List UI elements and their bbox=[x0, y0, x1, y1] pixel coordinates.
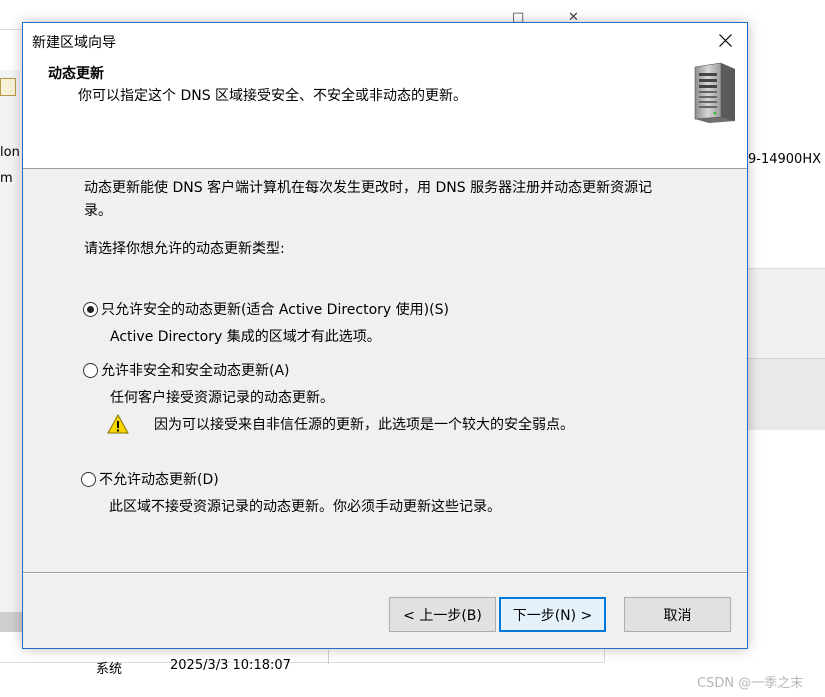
header-subtitle: 你可以指定这个 DNS 区域接受安全、不安全或非动态的更新。 bbox=[78, 88, 468, 104]
radio-selected-dot bbox=[87, 305, 94, 313]
intro-text-line2: 录。 bbox=[84, 203, 112, 219]
intro-text-line1: 动态更新能使 DNS 客户端计算机在每次发生更改时，用 DNS 服务器注册并动态… bbox=[84, 180, 653, 196]
watermark: CSDN @一季之末 bbox=[697, 676, 804, 691]
server-icon bbox=[694, 62, 735, 123]
background-left-text: m bbox=[0, 171, 13, 186]
option-secure-only-description: Active Directory 集成的区域才有此选项。 bbox=[110, 329, 381, 345]
option-secure-only[interactable]: 只允许安全的动态更新(适合 Active Directory 使用)(S) bbox=[83, 299, 449, 319]
option-no-dynamic-updates-description: 此区域不接受资源记录的动态更新。你必须手动更新这些记录。 bbox=[109, 499, 501, 515]
cancel-button[interactable]: 取消 bbox=[624, 597, 731, 632]
header-title: 动态更新 bbox=[48, 66, 104, 82]
wizard-header: 动态更新 你可以指定这个 DNS 区域接受安全、不安全或非动态的更新。 bbox=[23, 57, 747, 169]
dialog-titlebar[interactable]: 新建区域向导 bbox=[23, 23, 747, 57]
background-left-text: lon bbox=[0, 145, 20, 160]
option-no-dynamic-updates-label[interactable]: 不允许动态更新(D) bbox=[99, 469, 219, 489]
prompt-text: 请选择你想允许的动态更新类型: bbox=[84, 241, 285, 257]
background-cpu-text: 9-14900HX bbox=[748, 152, 821, 167]
close-icon bbox=[718, 33, 732, 47]
new-zone-wizard-dialog: 新建区域向导 动态更新 你可以指定这个 DNS 区域接受安全、不安全或非动态的更… bbox=[22, 22, 748, 649]
background-folder-icon bbox=[0, 78, 16, 96]
close-button[interactable] bbox=[703, 23, 747, 57]
back-button[interactable]: < 上一步(B) bbox=[389, 597, 496, 632]
radio-secure-only[interactable] bbox=[83, 301, 98, 317]
background-scrollbar[interactable] bbox=[0, 612, 22, 632]
warning-icon bbox=[107, 414, 129, 434]
option-secure-only-label[interactable]: 只允许安全的动态更新(适合 Active Directory 使用)(S) bbox=[101, 299, 449, 319]
dialog-title: 新建区域向导 bbox=[32, 35, 116, 51]
option-no-dynamic-updates[interactable]: 不允许动态更新(D) bbox=[81, 469, 219, 489]
option-nonsecure-and-secure[interactable]: 允许非安全和安全动态更新(A) bbox=[83, 360, 290, 380]
footer-separator bbox=[23, 572, 747, 574]
option-nonsecure-and-secure-description: 任何客户接受资源记录的动态更新。 bbox=[110, 390, 334, 406]
radio-nonsecure-and-secure[interactable] bbox=[83, 362, 98, 378]
option-nonsecure-warning: 因为可以接受来自非信任源的更新，此选项是一个较大的安全弱点。 bbox=[154, 417, 574, 433]
option-nonsecure-and-secure-label[interactable]: 允许非安全和安全动态更新(A) bbox=[101, 360, 290, 380]
background-status-row bbox=[0, 662, 605, 697]
background-right-band bbox=[748, 358, 825, 430]
background-timestamp: 2025/3/3 10:18:07 bbox=[170, 658, 291, 673]
radio-no-dynamic-updates[interactable] bbox=[81, 471, 96, 487]
background-source-label: 系统 bbox=[96, 662, 123, 677]
background-divider bbox=[328, 650, 329, 664]
next-button[interactable]: 下一步(N) > bbox=[499, 597, 606, 632]
